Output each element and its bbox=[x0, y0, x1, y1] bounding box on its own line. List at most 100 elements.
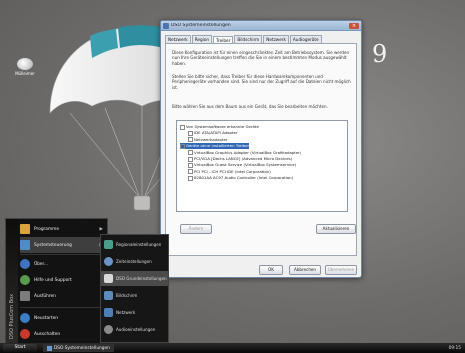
control-panel-icon bbox=[20, 240, 30, 250]
tab-panel-drivers: Diese Konfiguration ist für einen einges… bbox=[165, 43, 357, 256]
tree-row-label: 82801AA AC97 Audio Controller (Intel Cor… bbox=[194, 175, 294, 181]
tree-row[interactable]: VirtualBox Guest Service (VirtualBox Sys… bbox=[188, 162, 296, 168]
start-item-restart[interactable]: Neustarten bbox=[20, 310, 106, 326]
tab-3[interactable]: Bildschirm bbox=[234, 35, 263, 43]
clock-icon bbox=[104, 257, 113, 266]
start-menu-brand: DSO PlusCom Box bbox=[9, 293, 15, 339]
settings-icon bbox=[104, 274, 113, 283]
start-item-label: Ausführen bbox=[34, 293, 56, 299]
taskbar-item-label: DSO Systemeinstellungen bbox=[54, 345, 110, 351]
taskbar-item-settings[interactable]: DSO Systemeinstellungen bbox=[43, 344, 114, 352]
ok-button[interactable]: OK bbox=[259, 265, 283, 275]
start-item-control-panel[interactable]: Systemsteuerung ▶ bbox=[20, 237, 106, 253]
submenu-item-audio[interactable]: Audioeinstellungen bbox=[101, 322, 168, 337]
start-menu-brand-bar: DSO PlusCom Box bbox=[6, 219, 18, 345]
tab-5[interactable]: Audiogeräte bbox=[289, 35, 322, 43]
expand-box-icon[interactable] bbox=[180, 124, 185, 130]
app-icon bbox=[47, 345, 52, 351]
tree-row-label: VirtualBox Guest Service (VirtualBox Sys… bbox=[194, 162, 297, 168]
expand-box-icon[interactable] bbox=[188, 137, 193, 143]
expand-box-icon[interactable] bbox=[188, 150, 193, 156]
expand-box-icon[interactable] bbox=[188, 130, 193, 136]
start-button[interactable]: Start bbox=[3, 344, 37, 352]
desktop-icon-label: Mülleimer bbox=[15, 71, 35, 76]
tree-row-label: VirtualBox Graphics Adapter (VirtualBox … bbox=[194, 149, 302, 155]
close-icon[interactable]: × bbox=[349, 22, 359, 29]
start-item-about[interactable]: Über... bbox=[20, 256, 106, 272]
expand-box-icon[interactable] bbox=[188, 162, 193, 168]
globe-icon bbox=[104, 240, 113, 249]
dialog-title: DSO Systemeinstellungen bbox=[171, 23, 231, 28]
start-menu: DSO PlusCom Box Programme ▶ Systemsteuer… bbox=[5, 218, 108, 346]
tree-row-label: PCI/VGA [Dachs LANCE] (Advanced Micro De… bbox=[194, 156, 293, 161]
dialog-titlebar[interactable]: DSO Systemeinstellungen × bbox=[161, 21, 361, 31]
hint-text: Stellen Sie bitte sicher, dass Treiber f… bbox=[172, 74, 351, 90]
start-item-shutdown[interactable]: Ausschalten bbox=[20, 326, 106, 342]
chevron-right-icon: ▶ bbox=[99, 226, 103, 232]
restart-icon bbox=[20, 313, 30, 323]
tab-0[interactable]: Netzwerk bbox=[165, 35, 191, 43]
taskbar: Start DSO Systemeinstellungen 09:15 bbox=[0, 343, 465, 353]
run-icon bbox=[20, 291, 30, 301]
refresh-button[interactable]: Aktualisieren bbox=[316, 224, 356, 234]
apply-button[interactable]: Übernehmen bbox=[325, 265, 357, 275]
submenu-item-label: Audioeinstellungen bbox=[116, 327, 156, 332]
start-item-label: Hilfe und Support bbox=[34, 277, 72, 283]
tree-row-label: IDE ATA/ATAPI Adapter bbox=[194, 130, 238, 136]
expand-box-icon[interactable] bbox=[188, 156, 193, 162]
tree-row[interactable]: VirtualBox Graphics Adapter (VirtualBox … bbox=[188, 150, 301, 156]
expand-box-icon[interactable] bbox=[188, 175, 193, 181]
start-item-label: Programme bbox=[34, 226, 59, 232]
control-panel-submenu: Regionaleinstellungen Zeiteinstellungen … bbox=[100, 234, 169, 343]
submenu-item-dso-settings[interactable]: DSO Grundeinstellungen bbox=[101, 271, 168, 286]
tree-row[interactable]: PCI/VGA [Dachs LANCE] (Advanced Micro De… bbox=[188, 156, 292, 162]
tree-row[interactable]: Von Systemsoftware erkannte Geräte bbox=[180, 124, 259, 130]
clock: 09:15 bbox=[448, 345, 461, 351]
folder-icon bbox=[20, 224, 30, 234]
system-settings-dialog: DSO Systemeinstellungen × Netzwerk Regio… bbox=[160, 20, 362, 278]
submenu-item-display[interactable]: Bildschirm bbox=[101, 288, 168, 303]
tree-row[interactable]: Geräte ohne installierten Treiber bbox=[180, 143, 250, 149]
tree-row-label: PCI PCI - ICH PCI IDE (Intel Corporation… bbox=[194, 168, 271, 174]
change-button[interactable]: Ändern bbox=[180, 224, 212, 234]
network-icon bbox=[104, 308, 113, 317]
submenu-item-label: Bildschirm bbox=[116, 293, 138, 298]
tree-row[interactable]: 82801AA AC97 Audio Controller (Intel Cor… bbox=[188, 175, 293, 181]
speaker-icon bbox=[104, 325, 113, 334]
power-icon bbox=[20, 329, 30, 339]
submenu-item-network[interactable]: Netzwerk bbox=[101, 305, 168, 320]
submenu-item-label: Regionaleinstellungen bbox=[116, 242, 162, 247]
expand-box-icon[interactable] bbox=[180, 143, 185, 149]
intro-text: Diese Konfiguration ist für einen einges… bbox=[172, 50, 350, 66]
divider bbox=[20, 307, 106, 308]
tree-row-label: Netzwerkadapter bbox=[194, 136, 228, 142]
submenu-item-label: Netzwerk bbox=[116, 310, 136, 315]
monitor-icon bbox=[104, 291, 113, 300]
tree-row[interactable]: IDE ATA/ATAPI Adapter bbox=[188, 130, 238, 136]
submenu-item-label: DSO Grundeinstellungen bbox=[116, 276, 167, 281]
app-icon bbox=[163, 22, 169, 29]
submenu-item-regional[interactable]: Regionaleinstellungen bbox=[101, 237, 168, 252]
trash-icon bbox=[17, 58, 33, 70]
tree-row[interactable]: Netzwerkadapter bbox=[188, 137, 227, 143]
start-item-run[interactable]: Ausführen bbox=[20, 288, 106, 304]
help-icon bbox=[20, 275, 30, 285]
list-caption: Bitte wählen Sie aus dem Baum aus ein Ge… bbox=[172, 104, 328, 109]
submenu-item-label: Zeiteinstellungen bbox=[116, 259, 152, 264]
tree-row[interactable]: PCI PCI - ICH PCI IDE (Intel Corporation… bbox=[188, 169, 271, 175]
start-item-programs[interactable]: Programme ▶ bbox=[20, 221, 106, 237]
tree-row-label: Von Systemsoftware erkannte Geräte bbox=[186, 124, 259, 129]
start-item-label: Ausschalten bbox=[34, 331, 61, 337]
start-item-label: Über... bbox=[34, 261, 48, 267]
expand-box-icon[interactable] bbox=[188, 169, 193, 175]
tree-row-label: Geräte ohne installierten Treiber bbox=[186, 143, 250, 149]
tab-strip: Netzwerk Region Treiber Bildschirm Netzw… bbox=[165, 35, 357, 44]
tab-4[interactable]: Netzwerk bbox=[263, 35, 289, 43]
device-tree[interactable]: Von Systemsoftware erkannte Geräte IDE AT… bbox=[176, 120, 348, 212]
info-icon bbox=[20, 259, 30, 269]
submenu-item-time[interactable]: Zeiteinstellungen bbox=[101, 254, 168, 269]
tab-1[interactable]: Region bbox=[191, 35, 213, 43]
desktop-icon-trash[interactable]: Mülleimer bbox=[10, 58, 40, 76]
cancel-button[interactable]: Abbrechen bbox=[289, 265, 321, 275]
start-item-help[interactable]: Hilfe und Support bbox=[20, 272, 106, 288]
